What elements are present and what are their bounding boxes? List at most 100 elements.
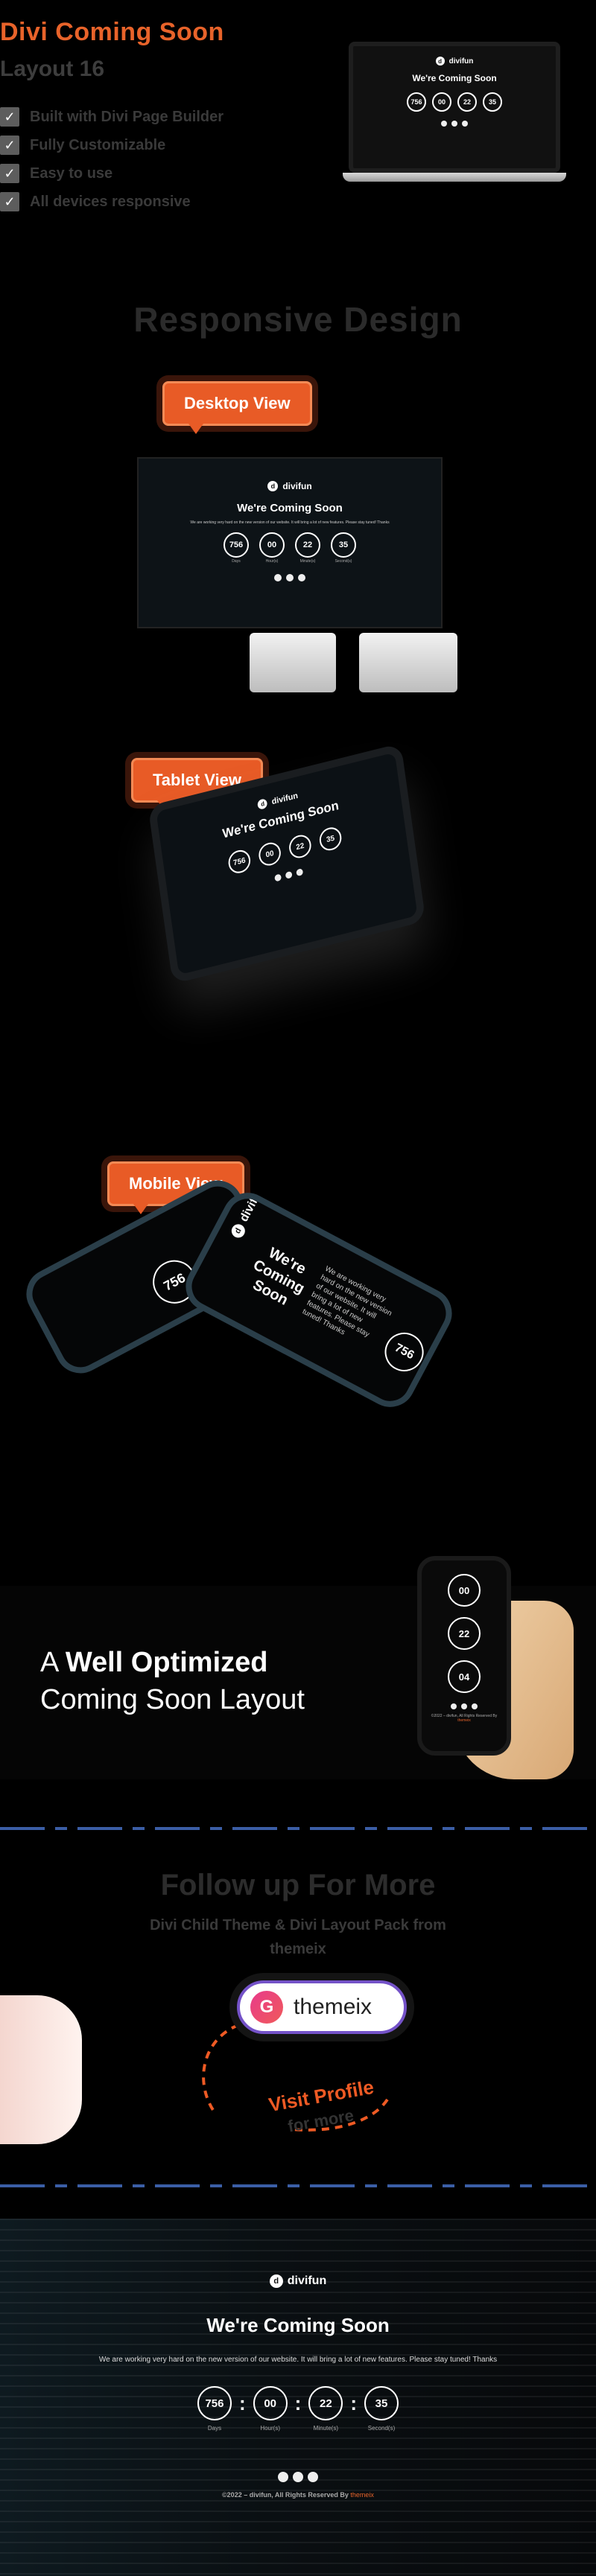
laptop-brand: d divifun [353,57,556,66]
feature-text: All devices responsive [30,193,191,210]
preview-coming-soon-title: We're Coming Soon [206,2314,390,2336]
copyright-link[interactable]: themeix [457,1718,471,1723]
follow-subtitle-line2: themeix [270,1941,326,1957]
hand-phone-mockup: 00 22 04 ©2022 – divifun, All Rights Res… [417,1556,511,1756]
feature-item: ✓ All devices responsive [0,189,224,214]
feature-text: Easy to use [30,165,113,182]
countdown-item: 756 Days [197,2386,232,2432]
mobile-description: We are working very hard on the new vers… [300,1264,393,1339]
instagram-icon [298,574,305,581]
follow-subtitle: Divi Child Theme & Divi Layout Pack from… [0,1913,596,1961]
countdown-hours: 00 [257,840,282,868]
countdown-item: 756 Days [224,532,249,564]
feature-item: ✓ Built with Divi Page Builder [0,104,224,130]
countdown-label: Second(s) [335,559,352,564]
brand-name: divifun [448,57,474,66]
twitter-icon [461,1703,467,1709]
countdown-days: 756 [407,92,426,112]
countdown-seconds: 35 [364,2386,399,2420]
facebook-icon [273,873,282,882]
twitter-icon [451,121,457,127]
twitter-icon[interactable] [293,2472,303,2482]
facebook-icon [274,574,282,581]
themeix-logo-icon: G [250,1991,283,2024]
themeix-name: themeix [294,1995,372,2019]
decorative-shape [0,1995,82,2144]
mac-pro-device [359,633,457,692]
instagram-icon [462,121,468,127]
countdown-days: 756 [378,1325,431,1379]
coming-soon-preview: d divifun We're Coming Soon We are worki… [0,2219,596,2576]
countdown-hours: 00 [253,2386,288,2420]
brand-logo-icon: d [257,797,268,810]
countdown-seconds: 35 [483,92,502,112]
preview-social-icons [0,2472,596,2482]
brand-logo-icon: d [269,2274,283,2288]
countdown-minutes: 22 [457,92,477,112]
countdown-minutes: 22 [308,2386,343,2420]
countdown-seconds: 04 [448,1660,481,1693]
countdown-separator: : [350,2392,357,2414]
brand-logo-icon: d [267,481,279,491]
follow-subtitle-line1: Divi Child Theme & Divi Layout Pack from [150,1917,446,1933]
countdown-label: Days [207,2425,222,2432]
feature-list: ✓ Built with Divi Page Builder ✓ Fully Cus… [0,104,224,217]
laptop-social-icons [353,121,556,127]
countdown-minutes: 22 [448,1617,481,1650]
countdown-label: Second(s) [367,2425,396,2432]
countdown-days: 756 [197,2386,232,2420]
themeix-profile-card[interactable]: G themeix [237,1980,407,2034]
arrow-path [202,2024,239,2116]
facebook-icon[interactable] [278,2472,288,2482]
page-subtitle: Layout 16 [0,57,105,81]
countdown-item: 00 Hour(s) [259,532,285,564]
countdown-item: 35 Second(s) [364,2386,399,2432]
desktop-view-badge: Desktop View [162,381,312,434]
desktop-countdown: 756 Days 00 Hour(s) 22 Minute(s) 35 Second(s… [139,532,441,564]
desktop-coming-soon-title: We're Coming Soon [237,502,343,514]
countdown-label: Days [232,559,241,564]
brand-name: divifun [270,791,299,806]
countdown-hours: 00 [448,1574,481,1607]
copyright-text: ©2022 – divifun, All Rights Reserved By [222,2491,349,2499]
countdown-item: 22 Minute(s) [295,532,320,564]
check-icon: ✓ [0,192,19,211]
divider-top [0,1827,596,1830]
copyright-link[interactable]: themeix [350,2491,374,2499]
countdown-label: Hour(s) [260,2425,280,2432]
countdown-separator: : [294,2392,302,2414]
check-icon: ✓ [0,136,19,155]
twitter-icon [285,870,293,880]
preview-copyright: ©2022 – divifun, All Rights Reserved By … [0,2491,596,2499]
countdown-hours: 00 [259,532,285,558]
desktop-social-icons [139,574,441,581]
countdown-days: 756 [224,532,249,558]
check-icon: ✓ [0,107,19,127]
countdown-label: Minute(s) [313,2425,338,2432]
feature-text: Built with Divi Page Builder [30,108,224,125]
instagram-icon[interactable] [308,2472,318,2482]
desktop-monitor-mockup: d divifun We're Coming Soon We are worki… [137,457,443,628]
instagram-icon [295,868,303,877]
brand-name: divifun [287,2274,327,2287]
heading-line2: Coming Soon Layout [40,1684,305,1715]
countdown-minutes: 22 [295,532,320,558]
phone-social-icons [422,1703,507,1709]
facebook-icon [441,121,447,127]
heading-prefix: A [40,1647,66,1678]
phone-countdown: 00 22 04 [422,1574,507,1693]
countdown-days: 756 [226,847,253,876]
countdown-minutes: 22 [288,832,313,861]
preview-description: We are working very hard on the new vers… [98,2356,498,2364]
brand-name: divifun [282,481,312,491]
facebook-icon [451,1703,457,1709]
countdown-item: 00 Hour(s) [253,2386,288,2432]
desktop-brand: d divifun [139,481,441,491]
header-section: Divi Coming Soon Layout 16 ✓ Built with D… [0,0,596,268]
mac-studio-device [250,633,336,692]
countdown-seconds: 35 [331,532,356,558]
brand-logo-icon: d [229,1222,247,1240]
brand-logo-icon: d [435,57,445,66]
preview-countdown: 756 Days : 00 Hour(s) : 22 Minute(s) : 35 Se… [0,2386,596,2432]
laptop-base [343,173,566,182]
